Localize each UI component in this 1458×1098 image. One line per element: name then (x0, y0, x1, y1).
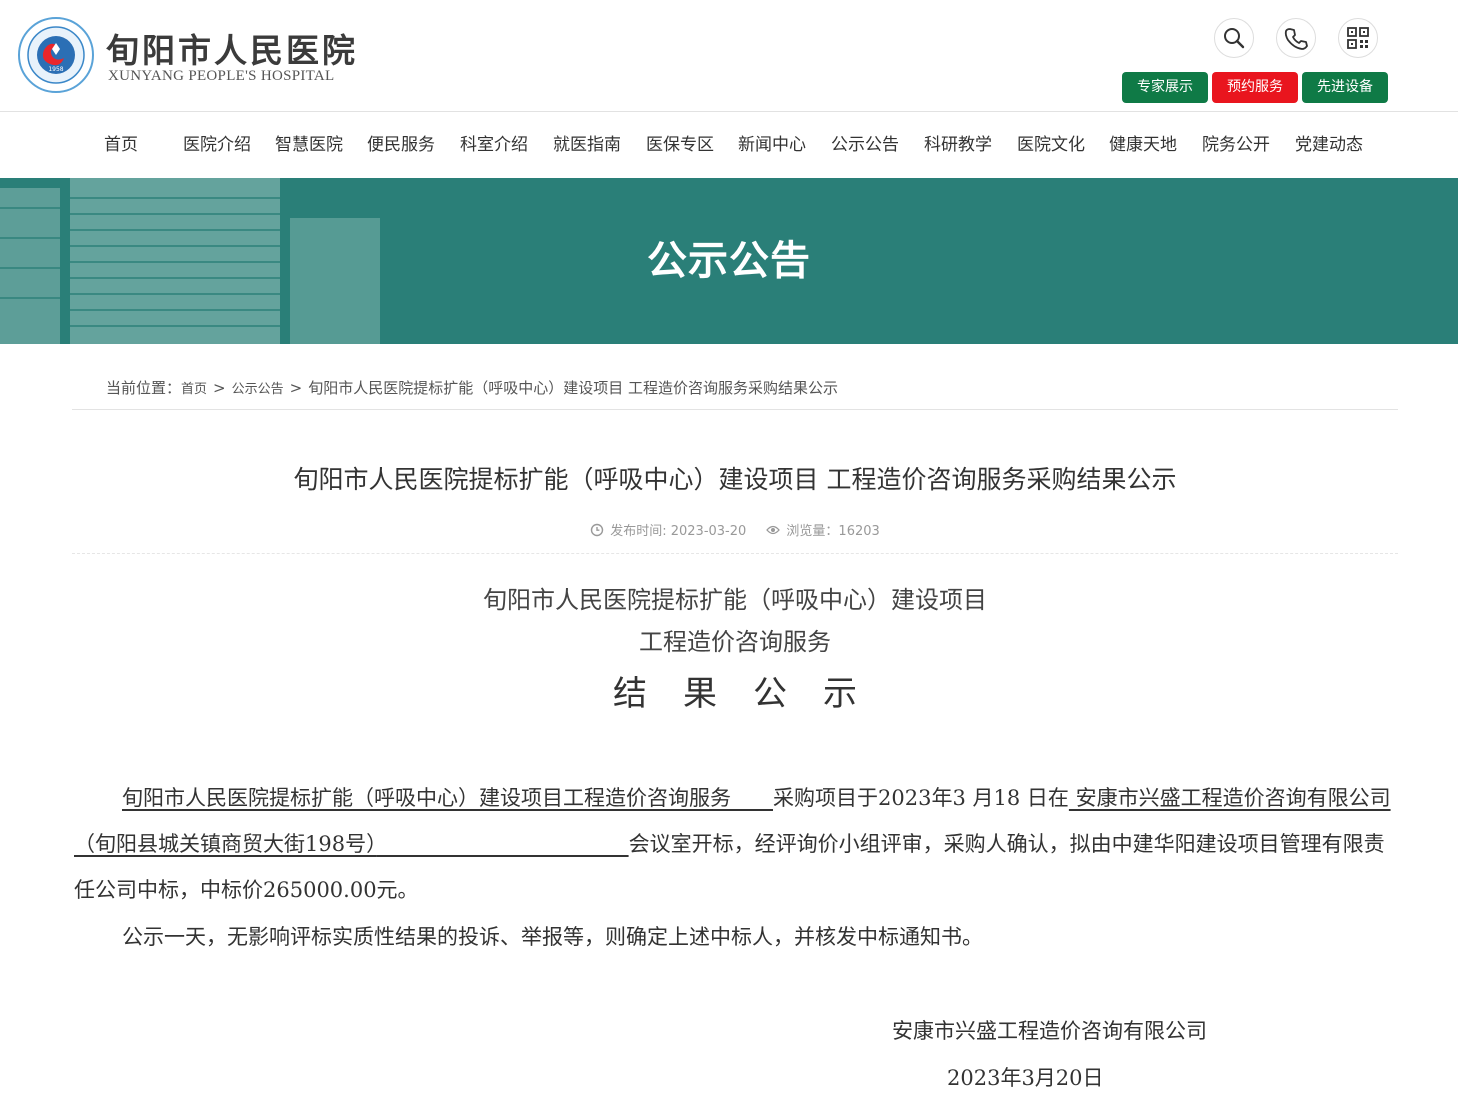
article-title: 旬阳市人民医院提标扩能（呼吸中心）建设项目 工程造价咨询服务采购结果公示 (293, 465, 1177, 494)
phone-icon (1284, 28, 1308, 50)
project-name: 旬阳市人民医院提标扩能（呼吸中心）建设项目工程造价咨询服务 (122, 786, 731, 810)
doc-heading-line2: 工程造价咨询服务 (639, 628, 831, 656)
svg-text:1958: 1958 (48, 66, 63, 73)
nav-item-insurance[interactable]: 医保专区 (646, 112, 714, 178)
appointment-button[interactable]: 预约服务 (1212, 72, 1298, 103)
nav-item-guide[interactable]: 就医指南 (553, 112, 621, 178)
qrcode-icon (1347, 27, 1369, 49)
nav-item-affairs[interactable]: 院务公开 (1202, 112, 1270, 178)
page-banner: 公示公告 (0, 178, 1458, 344)
nav-item-home[interactable]: 首页 (104, 112, 138, 178)
breadcrumb-current-link[interactable]: 旬阳市人民医院提标扩能（呼吸中心）建设项目 工程造价咨询服务采购结果公示 (308, 379, 838, 397)
view-count: 浏览量：16203 (786, 524, 880, 539)
hospital-name-cn: 旬阳市人民医院 (106, 31, 358, 70)
search-button[interactable] (1214, 18, 1254, 58)
paragraph-text: 采购项目于2023年3 月18 日在 (773, 786, 1069, 810)
equipment-button[interactable]: 先进设备 (1302, 72, 1388, 103)
main-nav: 首页 医院介绍 智慧医院 便民服务 科室介绍 就医指南 医保专区 新闻中心 公示… (0, 112, 1458, 178)
banner-title: 公示公告 (647, 238, 811, 284)
signature-org: 安康市兴盛工程造价咨询有限公司 (892, 1019, 1207, 1043)
breadcrumb-section-link[interactable]: 公示公告 (232, 382, 284, 397)
nav-item-about[interactable]: 医院介绍 (183, 112, 251, 178)
eye-icon (766, 525, 781, 534)
nav-item-departments[interactable]: 科室介绍 (460, 112, 528, 178)
hospital-logo[interactable]: 1958 (16, 16, 96, 94)
nav-item-health[interactable]: 健康天地 (1109, 112, 1177, 178)
nav-item-research[interactable]: 科研教学 (924, 112, 992, 178)
nav-item-notices[interactable]: 公示公告 (831, 112, 899, 178)
signature-date: 2023年3月20日 (947, 1066, 1104, 1090)
search-icon (1224, 28, 1245, 49)
breadcrumb-home-link[interactable]: 首页 (181, 382, 207, 397)
nav-item-services[interactable]: 便民服务 (367, 112, 435, 178)
site-header: 1958 旬阳市人民医院 XUNYANG PEOPLE'S HOSPITAL 专… (0, 0, 1458, 112)
nav-item-smart-hospital[interactable]: 智慧医院 (275, 112, 343, 178)
doc-paragraph-1: 旬阳市人民医院提标扩能（呼吸中心）建设项目工程造价咨询服务 采购项目于2023年… (74, 775, 1394, 913)
breadcrumb-separator: > (289, 379, 303, 397)
breadcrumb-separator: > (213, 379, 226, 397)
nav-item-party[interactable]: 党建动态 (1295, 112, 1363, 178)
doc-heading-line1: 旬阳市人民医院提标扩能（呼吸中心）建设项目 (483, 586, 987, 614)
doc-heading-line3: 结果公示 (613, 674, 893, 714)
expert-button[interactable]: 专家展示 (1122, 72, 1208, 103)
clock-icon (591, 523, 604, 536)
nav-item-news[interactable]: 新闻中心 (738, 112, 806, 178)
doc-paragraph-2: 公示一天，无影响评标实质性结果的投诉、举报等，则确定上述中标人，并核发中标通知书… (122, 925, 983, 949)
breadcrumb: 当前位置：首页 > 公示公告 > 旬阳市人民医院提标扩能（呼吸中心）建设项目 工程造价咨… (72, 364, 1398, 410)
publish-date: 发布时间: 2023-03-20 (610, 524, 747, 539)
hospital-name-en: XUNYANG PEOPLE'S HOSPITAL (108, 68, 335, 84)
breadcrumb-prefix: 当前位置： (106, 379, 182, 397)
phone-button[interactable] (1276, 18, 1316, 58)
article-meta: 发布时间: 2023-03-20 浏览量：16203 (72, 520, 1398, 554)
nav-item-culture[interactable]: 医院文化 (1017, 112, 1085, 178)
qrcode-button[interactable] (1338, 18, 1378, 58)
